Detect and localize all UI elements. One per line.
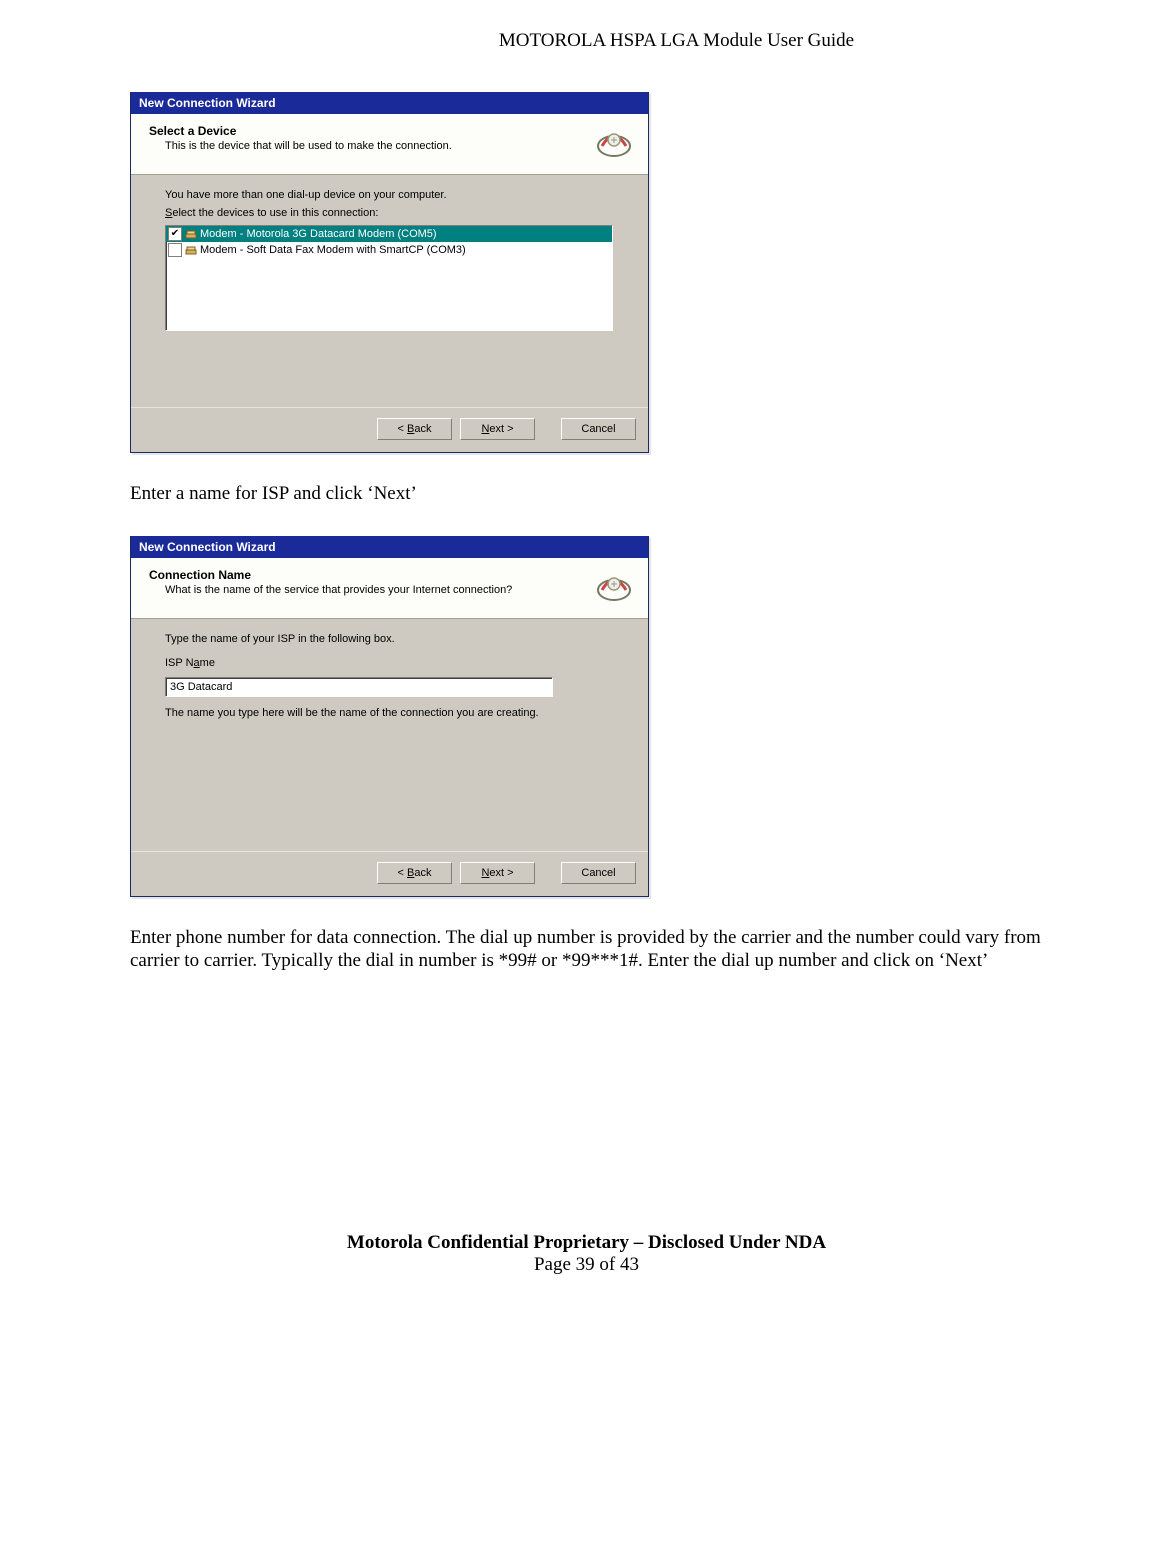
dialog-body: Type the name of your ISP in the followi… — [131, 619, 648, 851]
dialog-header-subtitle: What is the name of the service that pro… — [149, 584, 594, 596]
dialog-header-title: Select a Device — [149, 124, 594, 138]
document-paragraph: Enter phone number for data connection. … — [130, 927, 1043, 973]
dialog-header-panel: Connection Name What is the name of the … — [131, 558, 648, 619]
next-button[interactable]: Next > — [460, 862, 535, 884]
device-listbox[interactable]: ✔ Modem - Motorola 3G Datacard Modem (CO… — [165, 225, 613, 331]
checkbox-unchecked-icon[interactable] — [168, 243, 182, 257]
dialog-titlebar: New Connection Wizard — [131, 92, 648, 114]
dialog-instruction-1: You have more than one dial-up device on… — [165, 189, 614, 201]
modem-icon — [184, 227, 198, 241]
footer-confidential: Motorola Confidential Proprietary – Disc… — [130, 1232, 1043, 1254]
dialog-button-row: < Back Next > Cancel — [131, 851, 648, 896]
next-button[interactable]: Next > — [460, 418, 535, 440]
wizard-logo-icon — [594, 568, 634, 608]
wizard-dialog-connection-name: New Connection Wizard Connection Name Wh… — [130, 536, 649, 897]
device-list-item[interactable]: ✔ Modem - Motorola 3G Datacard Modem (CO… — [166, 226, 612, 242]
document-paragraph: Enter a name for ISP and click ‘Next’ — [130, 483, 1043, 506]
wizard-dialog-select-device: New Connection Wizard Select a Device Th… — [130, 92, 649, 453]
dialog-titlebar: New Connection Wizard — [131, 536, 648, 558]
dialog-instruction: Type the name of your ISP in the followi… — [165, 633, 614, 645]
dialog-header-title: Connection Name — [149, 568, 594, 582]
cancel-button[interactable]: Cancel — [561, 418, 636, 440]
back-button[interactable]: < Back — [377, 418, 452, 440]
back-button[interactable]: < Back — [377, 862, 452, 884]
wizard-logo-icon — [594, 124, 634, 164]
dialog-instruction-2: Select the devices to use in this connec… — [165, 207, 614, 219]
modem-icon — [184, 243, 198, 257]
dialog-header-panel: Select a Device This is the device that … — [131, 114, 648, 175]
page-footer: Motorola Confidential Proprietary – Disc… — [130, 1232, 1043, 1276]
device-label: Modem - Soft Data Fax Modem with SmartCP… — [200, 244, 466, 256]
device-list-item[interactable]: Modem - Soft Data Fax Modem with SmartCP… — [166, 242, 612, 258]
isp-name-input[interactable] — [165, 677, 553, 697]
checkbox-checked-icon[interactable]: ✔ — [168, 227, 182, 241]
dialog-button-row: < Back Next > Cancel — [131, 407, 648, 452]
dialog-header-subtitle: This is the device that will be used to … — [149, 140, 594, 152]
cancel-button[interactable]: Cancel — [561, 862, 636, 884]
footer-page-number: Page 39 of 43 — [130, 1254, 1043, 1276]
dialog-body: You have more than one dial-up device on… — [131, 175, 648, 407]
page-header: MOTOROLA HSPA LGA Module User Guide — [130, 30, 1043, 52]
dialog-note: The name you type here will be the name … — [165, 707, 614, 719]
device-label: Modem - Motorola 3G Datacard Modem (COM5… — [200, 228, 437, 240]
isp-name-label: ISP Name — [165, 657, 614, 669]
